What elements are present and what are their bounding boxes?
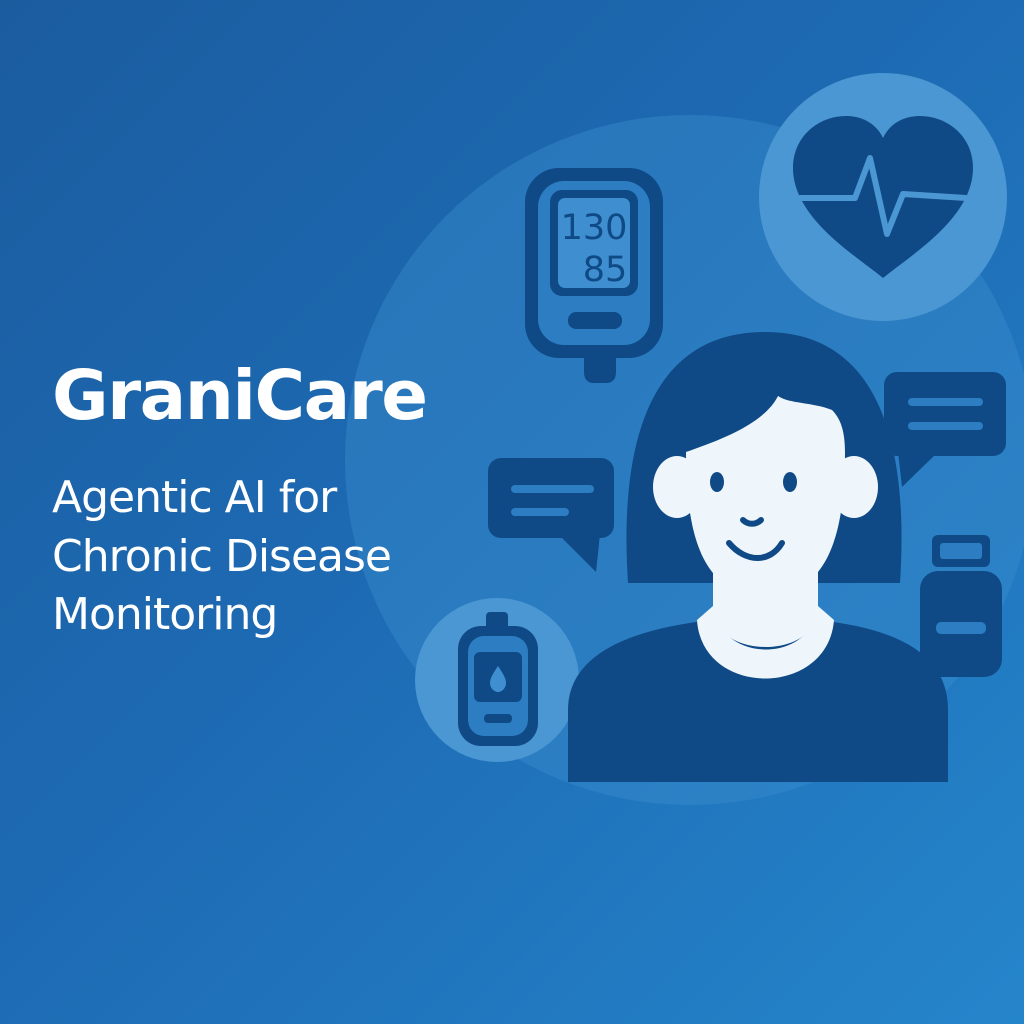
tagline-line: Monitoring [52, 589, 278, 641]
headline-block: GraniCare Agentic AI for Chronic Disease… [52, 362, 432, 645]
heart-pulse-icon [759, 73, 1007, 321]
blood-pressure-monitor-icon: 130 85 [525, 168, 663, 383]
glucose-meter-icon [415, 598, 579, 762]
hero-banner: 130 85 GraniCare Agentic AI for Chronic … [0, 0, 1024, 1024]
systolic-reading: 130 [561, 208, 628, 248]
medicine-bottle-icon [920, 535, 1002, 677]
brand-title: GraniCare [52, 356, 428, 436]
tagline: Agentic AI for Chronic Disease Monitorin… [52, 469, 432, 645]
diastolic-reading: 85 [583, 250, 628, 290]
tagline-line: Agentic AI for [52, 472, 337, 523]
tagline-line: Chronic Disease [52, 530, 392, 582]
